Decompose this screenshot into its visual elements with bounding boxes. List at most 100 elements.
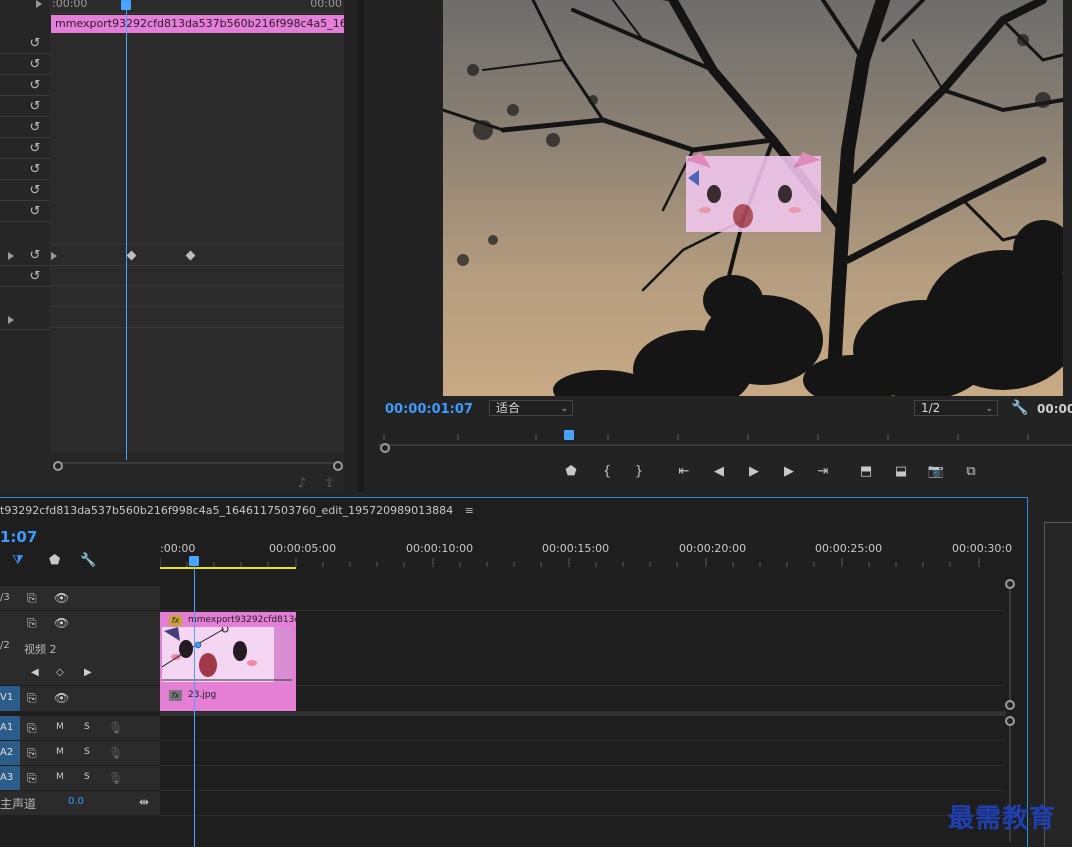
ec-playhead-handle[interactable] [121,0,131,10]
solo-button[interactable]: S [84,747,90,757]
audio-icon[interactable]: ♪ [298,476,306,491]
reset-icon[interactable]: ↺ [27,205,43,219]
sync-lock-icon[interactable]: ⎘ [27,746,37,761]
reset-icon[interactable]: ↺ [27,100,43,114]
solo-button[interactable]: S [84,772,90,782]
lane-v3[interactable] [160,586,1006,611]
clip-v2[interactable]: fx mmexport93292cfd813d [160,612,300,686]
play-icon[interactable]: ▶ [745,464,763,479]
solo-button[interactable]: S [84,722,90,732]
effect-controls-ruler[interactable]: :00:00 00:00 [50,0,344,14]
scroll-handle-top[interactable] [1005,716,1015,726]
camera-icon[interactable]: 📷 [927,464,945,479]
sync-lock-icon[interactable]: ⎘ [27,771,37,786]
go-to-in-icon[interactable]: ⇤ [675,464,693,479]
wrench-icon[interactable]: 🔧 [80,553,96,568]
track-name-v1[interactable]: V1 [0,686,20,711]
export-icon[interactable]: ⇪ [324,476,335,491]
scroll-handle-left[interactable] [53,461,63,471]
mark-out-icon[interactable]: } [630,464,648,479]
expand-icon[interactable] [8,316,14,324]
reset-icon[interactable]: ↺ [27,184,43,198]
ruler-label: 00:00:30:0 [952,542,1013,555]
lane-a3[interactable] [160,766,1006,791]
fit-dropdown[interactable]: 适合 ⌄ [489,400,573,416]
add-keyframe-icon[interactable]: ◇ [56,667,64,678]
mute-button[interactable]: M [56,772,64,782]
work-area-bar[interactable] [160,567,296,569]
mic-icon[interactable]: 🎙 [108,771,123,785]
menu-icon[interactable]: ≡ [465,504,474,517]
track-name-v2[interactable]: /2 [0,611,20,685]
timeline-timecode[interactable]: 1:07 [0,528,37,546]
track-name-v3[interactable]: /3 [0,586,20,610]
mute-button[interactable]: M [56,747,64,757]
fx-badge[interactable]: fx [169,615,182,626]
eye-icon[interactable]: 👁 [54,616,69,630]
prev-keyframe-icon[interactable]: ◀ [31,667,39,678]
button-editor-icon[interactable]: ⧉ [962,464,980,479]
go-to-out-icon[interactable]: ⇥ [814,464,832,479]
clip-v1[interactable]: fx 23.jpg [160,686,296,711]
reset-icon[interactable]: ↺ [27,37,43,51]
next-keyframe-icon[interactable]: ▶ [84,667,92,678]
program-video-frame[interactable] [443,0,1063,396]
mark-in-icon[interactable]: { [598,464,616,479]
pig-overlay-image[interactable] [686,152,821,232]
program-ruler[interactable] [378,430,1072,442]
track-name-a1[interactable]: A1 [0,716,20,740]
step-forward-icon[interactable]: ▶ [780,464,798,479]
resolution-dropdown[interactable]: 1/2 ⌄ [914,400,998,416]
sync-lock-icon[interactable]: ⎘ [27,691,37,706]
video-track-scrollbar[interactable] [1009,585,1011,705]
lane-master[interactable] [160,791,1006,816]
track-name-a3[interactable]: A3 [0,766,20,790]
lift-icon[interactable]: ⬒ [857,464,875,479]
fx-badge[interactable]: fx [169,690,182,701]
reset-icon[interactable]: ↺ [27,58,43,72]
scroll-handle-top[interactable] [1005,579,1015,589]
ec-playhead[interactable] [126,0,127,460]
master-volume-value[interactable]: 0.0 [68,796,84,807]
mic-icon[interactable]: 🎙 [108,746,123,760]
scroll-handle-left[interactable] [380,443,390,453]
reset-icon[interactable]: ↺ [27,121,43,135]
eye-icon[interactable]: 👁 [54,691,69,705]
timeline-playhead-handle[interactable] [189,556,199,566]
reset-icon[interactable]: ↺ [27,142,43,156]
program-scrollbar[interactable] [378,444,1072,452]
lane-a2[interactable] [160,741,1006,766]
reset-icon[interactable]: ↺ [27,249,43,263]
wrench-icon[interactable]: 🔧 [1011,400,1028,416]
mic-icon[interactable]: 🎙 [108,721,123,735]
sync-lock-icon[interactable]: ⎘ [27,616,37,631]
timeline-ruler[interactable]: :00:00 00:00:05:00 00:00:10:00 00:00:15:… [160,540,1013,570]
ec-scrollbar[interactable] [55,462,341,470]
scroll-handle-right[interactable] [333,461,343,471]
timeline-playhead[interactable] [194,560,195,847]
step-back-icon[interactable]: ◀ [710,464,728,479]
extract-icon[interactable]: ⬓ [892,464,910,479]
track-name-a2[interactable]: A2 [0,741,20,765]
ec-keyframe-nav-icon[interactable] [51,252,57,260]
scroll-handle-bottom[interactable] [1005,700,1015,710]
reset-icon[interactable]: ↺ [27,270,43,284]
program-timecode[interactable]: 00:00:01:07 [385,402,473,417]
ec-keyframe-area[interactable] [50,33,344,453]
marker-icon[interactable]: ⬟ [49,553,60,568]
ec-play-icon[interactable] [36,0,42,8]
expand-icon[interactable] [8,252,14,260]
lane-a1[interactable] [160,716,1006,741]
sync-lock-icon[interactable]: ⎘ [27,591,37,606]
ec-clip-bar[interactable]: mmexport93292cfd813da537b560b216f998c4a5… [51,15,344,33]
go-to-end-icon[interactable]: ⇹ [139,795,149,809]
add-marker-icon[interactable]: ⬟ [562,464,580,479]
sync-lock-icon[interactable]: ⎘ [27,721,37,736]
eye-icon[interactable]: 👁 [54,591,69,605]
mute-button[interactable]: M [56,722,64,732]
sequence-tab[interactable]: t93292cfd813da537b560b216f998c4a5_164611… [0,504,474,517]
reset-icon[interactable]: ↺ [27,163,43,177]
program-playhead-handle[interactable] [564,430,574,440]
reset-icon[interactable]: ↺ [27,79,43,93]
snap-icon[interactable]: ⧩ [12,553,24,568]
